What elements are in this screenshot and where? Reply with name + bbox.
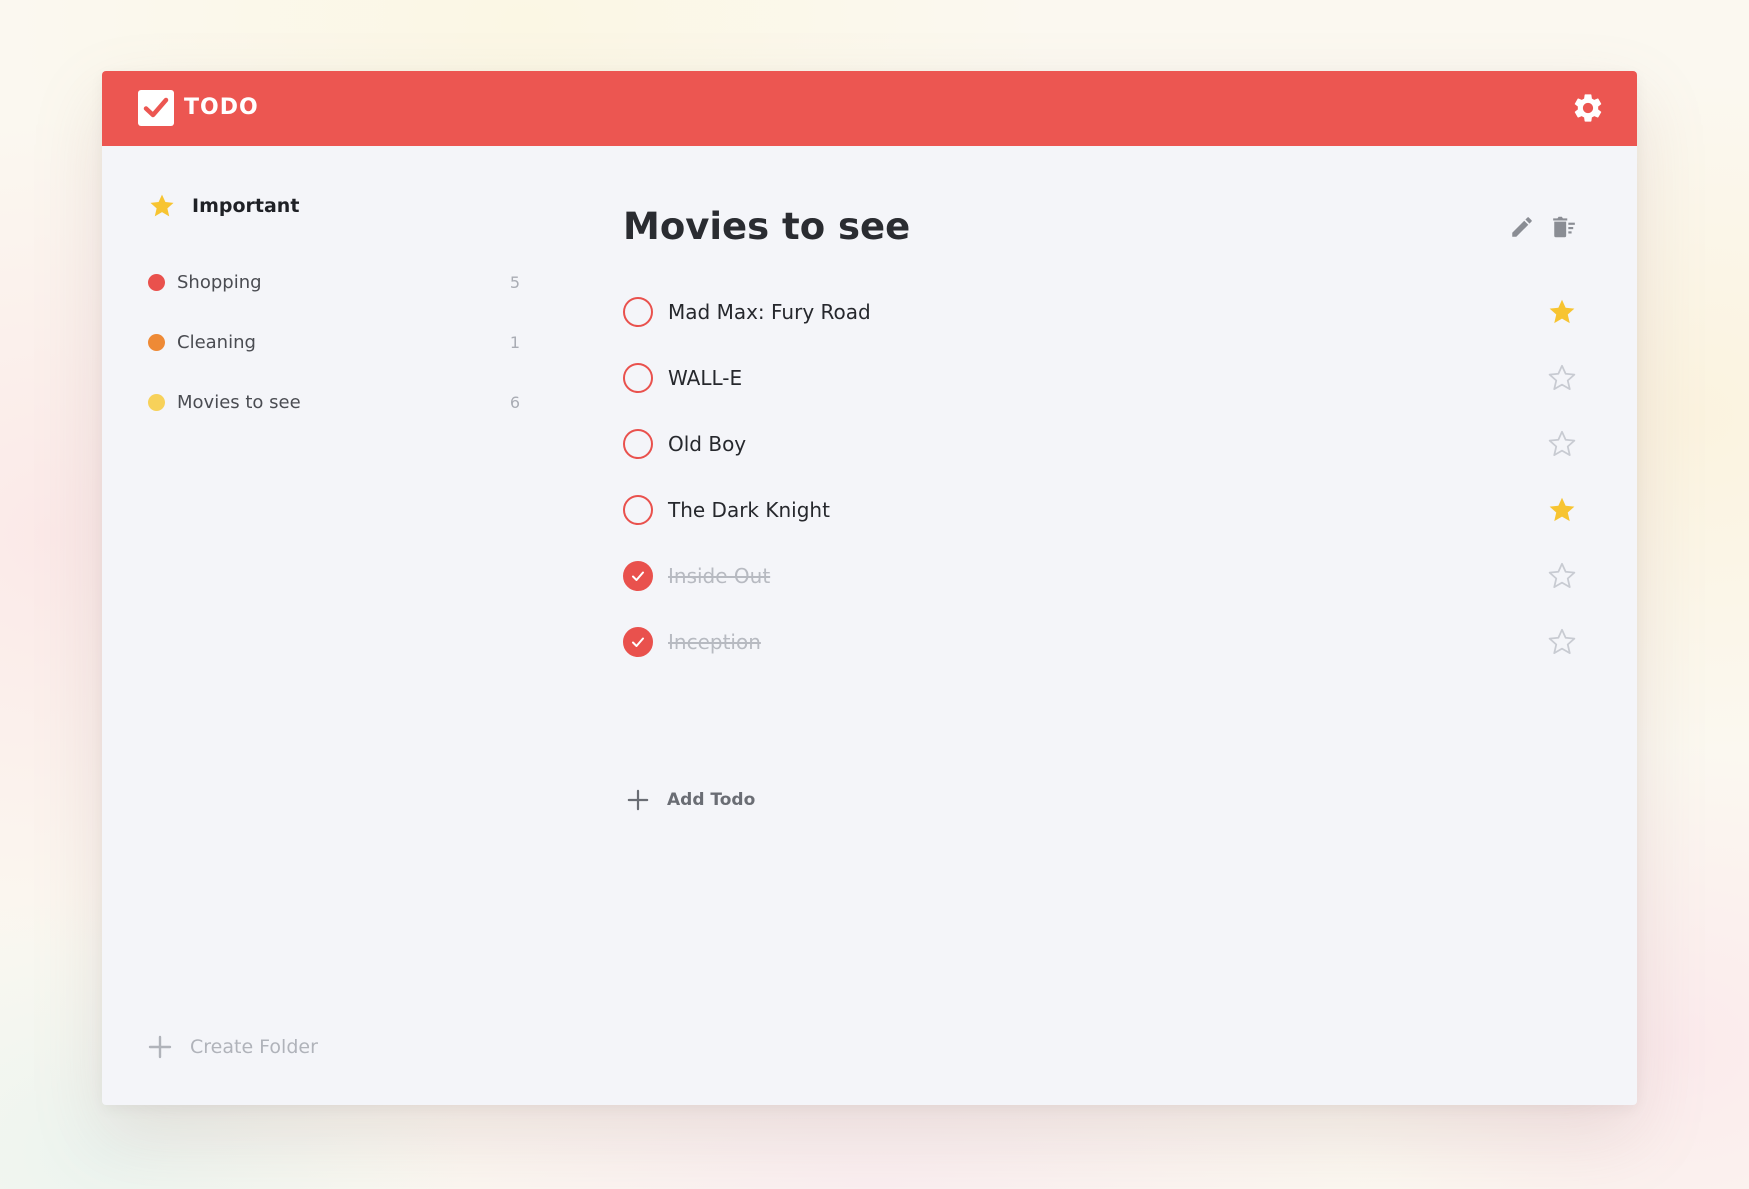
main-panel: Movies to see Mad Max: Fury Road WALL-E … (562, 146, 1637, 1105)
list-title: Movies to see (623, 205, 911, 248)
todo-text: Old Boy (668, 432, 747, 456)
folder-name: Shopping (177, 271, 262, 293)
todo-checkbox-checked[interactable] (623, 627, 653, 657)
delete-list-button[interactable] (1551, 214, 1577, 240)
app-title: TODO (184, 95, 259, 120)
todo-text: Inception (668, 630, 761, 654)
gear-icon (1574, 94, 1602, 122)
folder-count: 1 (509, 332, 520, 352)
todo-item-done: Inception (623, 609, 1577, 675)
settings-button[interactable] (1571, 91, 1605, 125)
todo-checkbox-checked[interactable] (623, 561, 653, 591)
star-icon (150, 194, 174, 217)
star-filled-icon[interactable] (1547, 297, 1577, 327)
pencil-icon (1512, 217, 1532, 237)
add-todo-button[interactable]: Add Todo (627, 789, 755, 811)
checkmark-icon (632, 637, 644, 647)
todo-text: Inside Out (668, 564, 771, 588)
star-outline-icon[interactable] (1547, 627, 1577, 657)
checkmark-icon (632, 571, 644, 581)
app-window: TODO Important Shopping 5 Cleaning 1 Mov… (102, 71, 1637, 1105)
create-folder-button[interactable]: Create Folder (148, 1035, 318, 1059)
folder-count: 5 (509, 272, 520, 292)
todo-item-done: Inside Out (623, 543, 1577, 609)
todo-checkbox[interactable] (623, 297, 653, 327)
todo-text: Mad Max: Fury Road (668, 300, 871, 324)
list-actions (1509, 214, 1577, 240)
folder-name: Cleaning (177, 331, 256, 353)
todo-checkbox[interactable] (623, 495, 653, 525)
todo-item: The Dark Knight (623, 477, 1577, 543)
star-outline-icon[interactable] (1547, 429, 1577, 459)
plus-icon (148, 1035, 172, 1059)
star-filled-icon[interactable] (1547, 495, 1577, 525)
todo-checkbox[interactable] (623, 429, 653, 459)
folder-color-dot (148, 393, 165, 411)
checkmark-icon (138, 90, 174, 126)
sidebar-item-shopping[interactable]: Shopping 5 (148, 252, 520, 312)
folder-list: Shopping 5 Cleaning 1 Movies to see 6 (148, 252, 520, 432)
plus-icon (627, 789, 649, 811)
star-outline-icon[interactable] (1547, 561, 1577, 591)
app-header: TODO (102, 71, 1637, 146)
folder-count: 6 (509, 392, 520, 412)
todo-item: WALL-E (623, 345, 1577, 411)
trash-icon (1553, 216, 1575, 238)
todo-item: Old Boy (623, 411, 1577, 477)
todo-item: Mad Max: Fury Road (623, 279, 1577, 345)
folder-name: Movies to see (177, 391, 301, 413)
folder-color-dot (148, 333, 165, 351)
sidebar-item-movies-to-see[interactable]: Movies to see 6 (148, 372, 520, 432)
add-todo-label: Add Todo (667, 790, 756, 810)
folder-color-dot (148, 273, 165, 291)
star-outline-icon[interactable] (1547, 363, 1577, 393)
sidebar-item-important[interactable]: Important (148, 191, 299, 221)
sidebar-item-cleaning[interactable]: Cleaning 1 (148, 312, 520, 372)
sidebar: Important Shopping 5 Cleaning 1 Movies t… (102, 146, 562, 1105)
todo-list: Mad Max: Fury Road WALL-E Old Boy The Da… (623, 279, 1577, 675)
important-label: Important (192, 195, 300, 217)
todo-text: WALL-E (668, 366, 743, 390)
create-folder-label: Create Folder (190, 1036, 318, 1058)
todo-text: The Dark Knight (668, 498, 830, 522)
edit-list-button[interactable] (1509, 214, 1535, 240)
todo-checkbox[interactable] (623, 363, 653, 393)
